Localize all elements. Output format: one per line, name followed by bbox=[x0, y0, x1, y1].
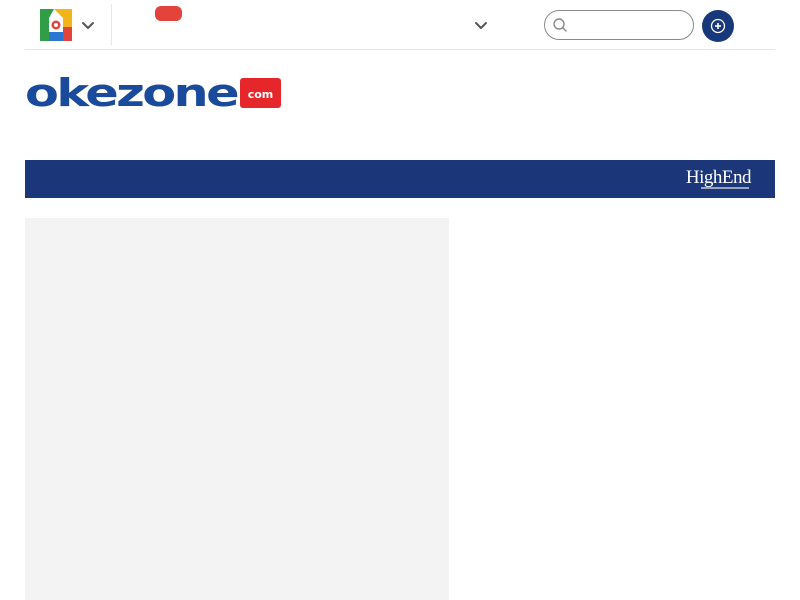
top-bar bbox=[25, 0, 775, 50]
chevron-down-icon[interactable] bbox=[80, 18, 96, 34]
app-logo-icon[interactable] bbox=[40, 9, 72, 41]
chevron-down-icon[interactable] bbox=[473, 18, 489, 34]
svg-text:okezone: okezone bbox=[25, 74, 237, 112]
ad-placeholder bbox=[25, 218, 449, 600]
divider bbox=[111, 4, 112, 45]
plus-icon bbox=[710, 18, 726, 34]
highend-wordmark: HighEnd bbox=[685, 167, 752, 188]
main-navbar: HighEnd bbox=[25, 160, 775, 198]
svg-text:com: com bbox=[248, 88, 274, 101]
highend-logo[interactable]: HighEnd bbox=[659, 167, 752, 191]
okezone-logo[interactable]: okezone com bbox=[25, 71, 281, 115]
search-box[interactable] bbox=[544, 10, 694, 40]
live-badge[interactable] bbox=[155, 6, 182, 21]
search-input[interactable] bbox=[573, 15, 685, 35]
search-icon[interactable] bbox=[552, 17, 568, 33]
add-button[interactable] bbox=[702, 10, 734, 42]
highend-tagline-line bbox=[701, 187, 749, 189]
